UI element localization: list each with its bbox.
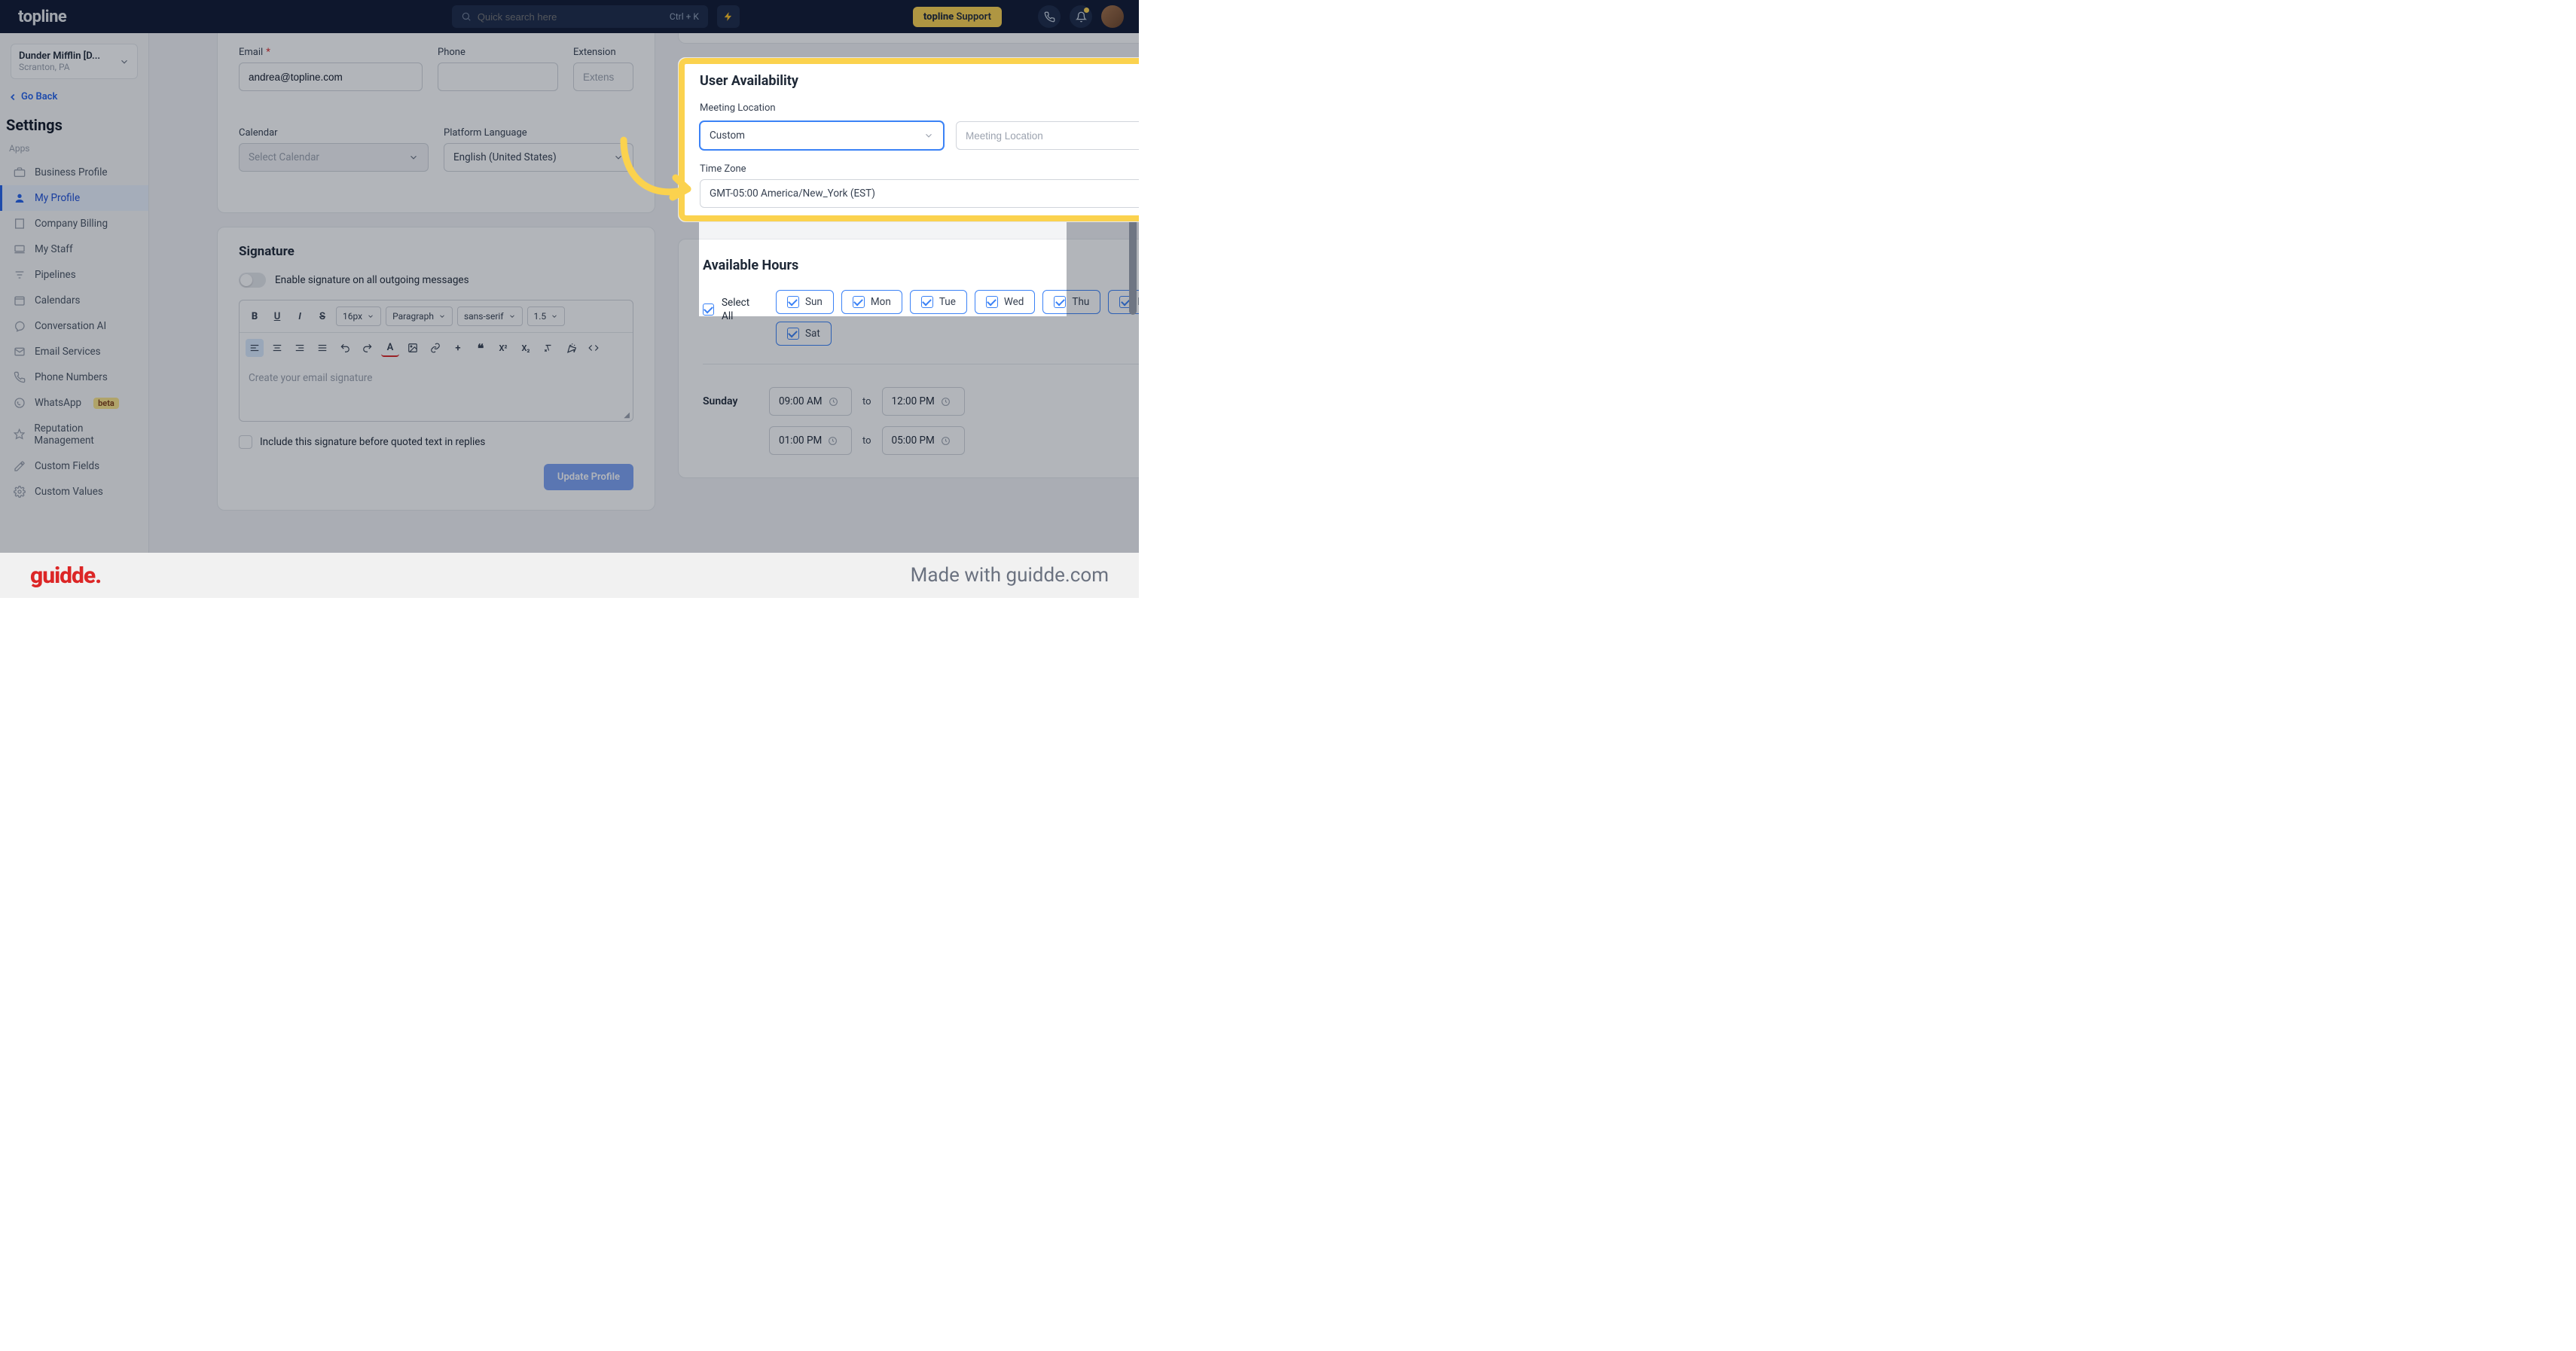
day-chip-sun[interactable]: Sun xyxy=(776,290,834,314)
timezone-label: Time Zone xyxy=(700,163,1139,175)
day-chip-mon[interactable]: Mon xyxy=(841,290,902,314)
meeting-location-label: Meeting Location xyxy=(700,102,944,114)
availability-title: User Availability xyxy=(700,73,1139,89)
timezone-select[interactable]: GMT-05:00 America/New_York (EST) xyxy=(700,179,1139,208)
guidde-logo: guidde. xyxy=(30,563,101,589)
watermark-footer: guidde. Made with guidde.com xyxy=(0,553,1139,598)
made-with-text: Made with guidde.com xyxy=(911,564,1109,587)
day-chip-tue[interactable]: Tue xyxy=(910,290,967,314)
day-chip-wed[interactable]: Wed xyxy=(975,290,1036,314)
user-availability-card: User Availability Meeting Location Custo… xyxy=(678,57,1139,222)
meeting-location-input[interactable] xyxy=(956,121,1139,150)
annotation-arrow xyxy=(612,133,703,215)
select-all-checkbox[interactable] xyxy=(703,303,714,316)
main-content: Email* Phone Extension Calendar xyxy=(149,33,1139,598)
chevron-down-icon xyxy=(923,130,934,141)
meeting-location-select[interactable]: Custom xyxy=(700,121,944,150)
